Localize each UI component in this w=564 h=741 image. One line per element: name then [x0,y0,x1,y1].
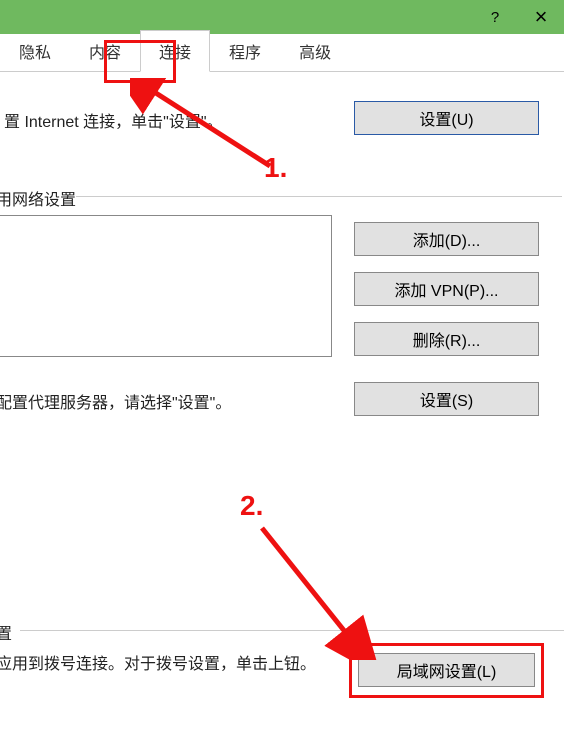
help-icon: ? [491,9,499,26]
setup-button[interactable]: 设置(U) [354,101,539,135]
settings-button[interactable]: 设置(S) [354,382,539,416]
lan-settings-button[interactable]: 局域网设置(L) [358,653,535,687]
delete-button[interactable]: 删除(R)... [354,322,539,356]
add-button[interactable]: 添加(D)... [354,222,539,256]
add-vpn-button[interactable]: 添加 VPN(P)... [354,272,539,306]
annotation-number-1: 1. [264,152,287,184]
connection-setup-text: 置 Internet 连接，单击"设置"。 [4,108,223,132]
connections-listbox[interactable] [0,215,332,357]
lan-section-title: 置 [0,620,12,644]
proxy-config-text: 配置代理服务器，请选择"设置"。 [0,389,231,413]
help-button[interactable]: ? [472,0,518,34]
tab-strip: 隐私 内容 连接 程序 高级 [0,34,564,72]
tab-content[interactable]: 内容 [70,30,140,72]
tab-programs[interactable]: 程序 [210,30,280,72]
close-button[interactable]: × [518,0,564,34]
dialup-section-title: 用网络设置 [0,186,76,210]
annotation-arrow-2 [250,520,390,660]
tab-advanced[interactable]: 高级 [280,30,350,72]
tab-connections[interactable]: 连接 [140,30,210,72]
close-icon: × [535,4,548,30]
tab-privacy[interactable]: 隐私 [0,30,70,72]
lan-description-text: 应用到拨号连接。对于拨号设置，单击上钮。 [0,653,328,677]
window-titlebar: ? × [0,0,564,34]
section-divider [20,630,564,631]
section-divider [62,196,562,197]
annotation-number-2: 2. [240,490,263,522]
